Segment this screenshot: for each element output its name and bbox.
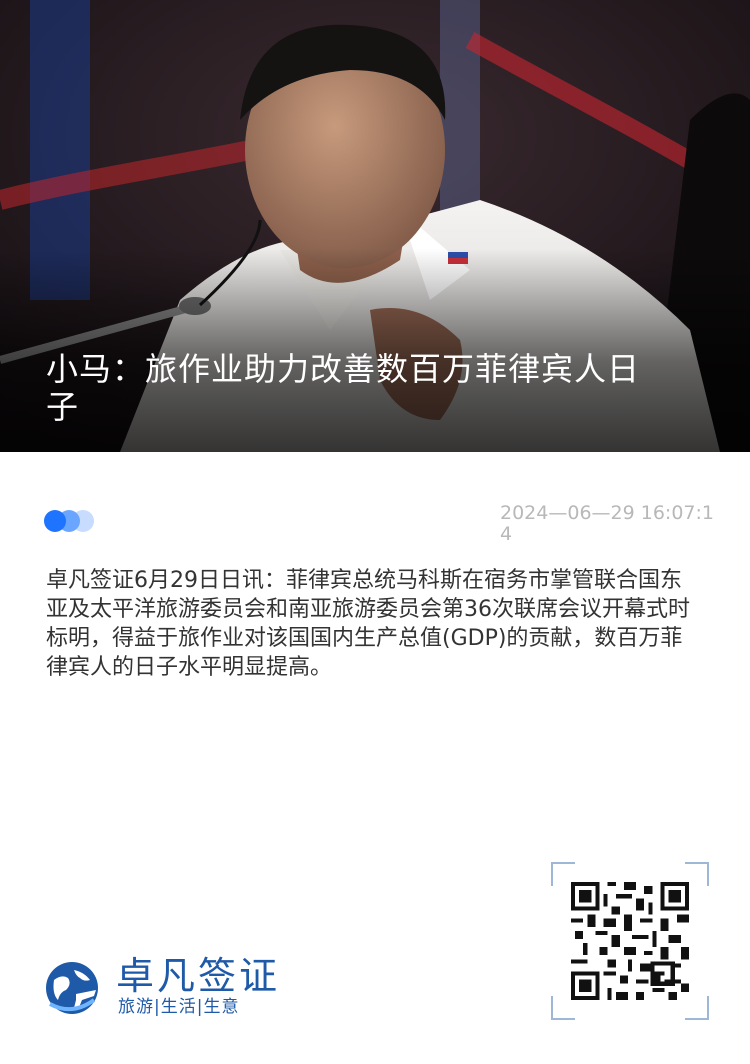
article-title: 小马：旅作业助力改善数百万菲律宾人日子	[46, 350, 641, 426]
brand-logo: 卓凡签证 旅游|生活|生意	[44, 954, 334, 1026]
dot-1	[44, 510, 66, 532]
brand-name: 卓凡签证	[116, 954, 281, 998]
decoration-dots	[44, 510, 104, 532]
qr-code[interactable]	[571, 882, 689, 1000]
publish-timestamp: 2024—06—29 16:07:14	[500, 502, 714, 545]
hero-image: 小马：旅作业助力改善数百万菲律宾人日子	[0, 0, 750, 452]
brand-slogan: 旅游|生活|生意	[118, 997, 240, 1017]
globe-plane-icon	[46, 962, 98, 1014]
article-body: 卓凡签证6月29日日讯：菲律宾总统马科斯在宿务市掌管联合国东亚及太平洋旅游委员会…	[46, 568, 690, 680]
qr-code-frame[interactable]	[551, 862, 709, 1020]
